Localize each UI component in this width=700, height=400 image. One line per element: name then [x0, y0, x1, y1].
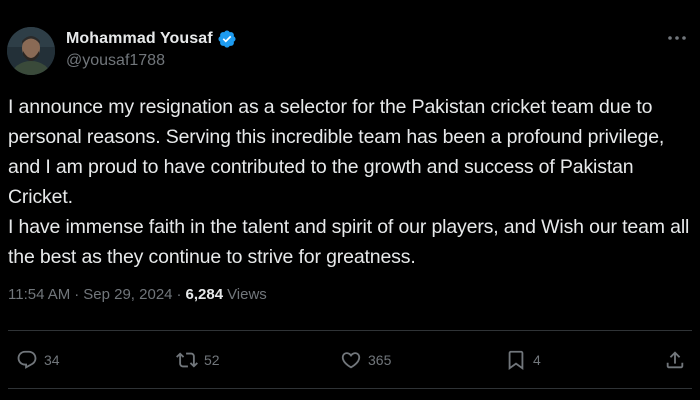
bookmark-icon	[505, 349, 527, 371]
bookmark-button[interactable]: 4	[505, 340, 541, 380]
reply-count: 34	[44, 352, 60, 368]
post-date[interactable]: Sep 29, 2024	[83, 286, 172, 303]
avatar[interactable]	[7, 27, 55, 75]
divider-top	[8, 330, 692, 331]
divider-bottom	[8, 388, 692, 389]
views-count: 6,284	[185, 286, 224, 303]
author-name[interactable]: Mohammad Yousaf	[66, 30, 213, 48]
post-actions: 34 52 365 4	[0, 340, 700, 380]
post-text: I announce my resignation as a selector …	[8, 96, 690, 268]
like-button[interactable]: 365	[340, 340, 391, 380]
meta-separator: ·	[74, 286, 80, 303]
like-count: 365	[368, 352, 392, 368]
bookmark-count: 4	[533, 352, 541, 368]
repost-button[interactable]: 52	[176, 340, 220, 380]
repost-count: 52	[204, 352, 220, 368]
verified-badge-icon	[217, 29, 237, 49]
repost-icon	[176, 349, 198, 371]
views-label: Views	[227, 286, 267, 303]
author-handle[interactable]: @yousaf1788	[66, 52, 165, 70]
reply-icon	[16, 349, 38, 371]
reply-button[interactable]: 34	[16, 340, 60, 380]
post-time[interactable]: 11:54 AM	[8, 286, 70, 303]
more-options-icon[interactable]	[666, 28, 688, 48]
author-name-row: Mohammad Yousaf	[66, 29, 237, 49]
heart-icon	[340, 349, 362, 371]
meta-separator-2: ·	[176, 286, 182, 303]
post-card: Mohammad Yousaf @yousaf1788 I announce m…	[0, 0, 700, 400]
share-button[interactable]	[664, 340, 686, 380]
post-meta: 11:54 AM · Sep 29, 2024 · 6,284 Views	[8, 286, 267, 303]
avatar-image	[7, 27, 55, 75]
share-icon	[664, 349, 686, 371]
